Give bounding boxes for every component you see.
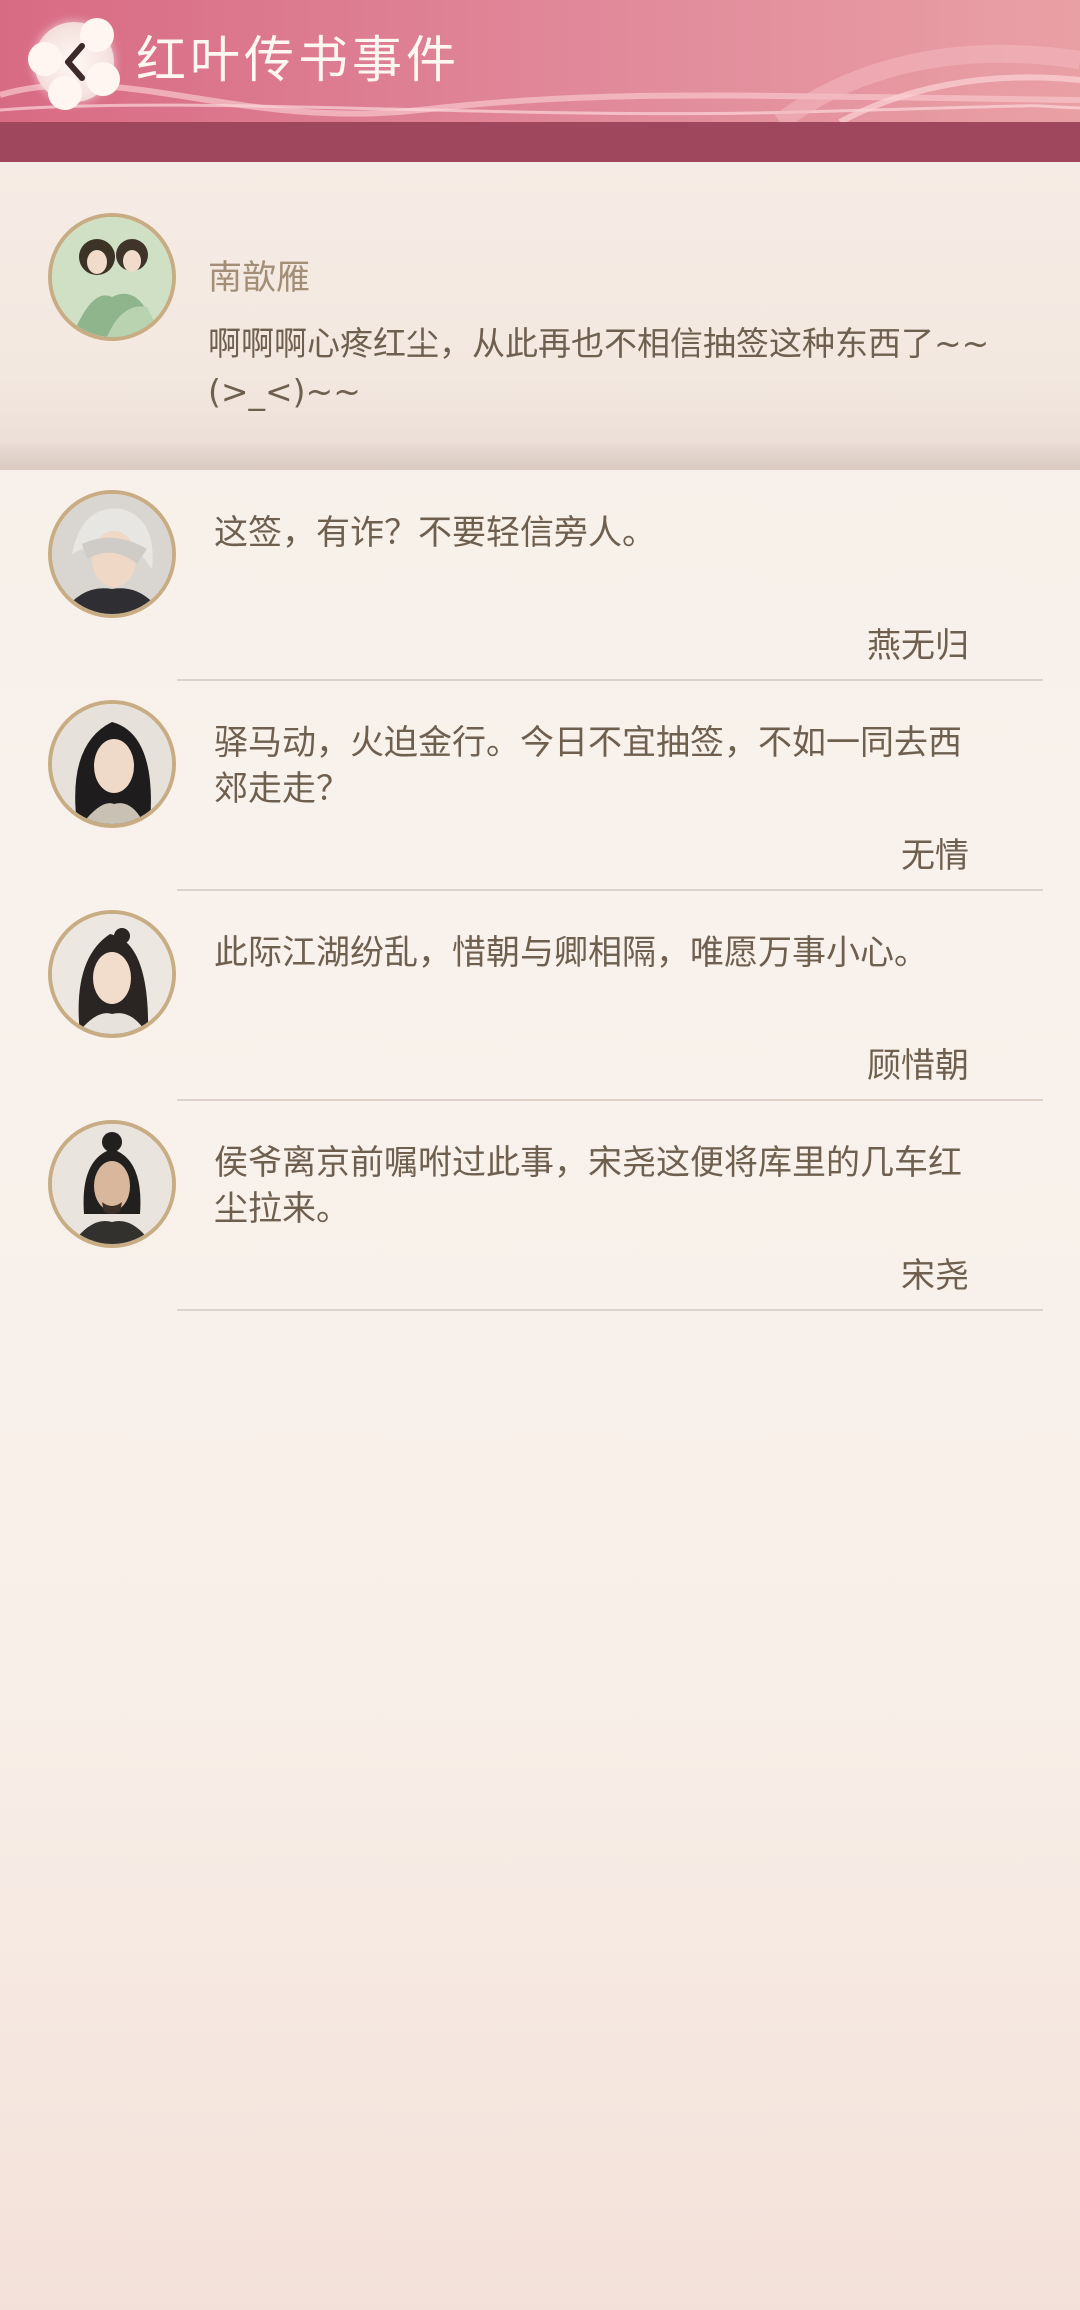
divider: [177, 679, 1043, 681]
avatar[interactable]: [48, 910, 176, 1038]
comment-text: 这签，有诈？不要轻信旁人。: [214, 513, 656, 553]
post-text: 啊啊啊心疼红尘，从此再也不相信抽签这种东西了~~(>_<)~~: [208, 324, 990, 411]
comment-text: 侯爷离京前嘱咐过此事，宋尧这便将库里的几车红尘拉来。: [214, 1143, 962, 1229]
page-title: 红叶传书事件: [136, 31, 460, 89]
chevron-left-icon: [65, 43, 85, 81]
avatar[interactable]: [48, 700, 176, 828]
comment-text: 此际江湖纷乱，惜朝与卿相隔，唯愿万事小心。: [214, 933, 928, 973]
comment-author: 燕无归: [867, 626, 969, 666]
divider: [177, 1099, 1043, 1101]
divider: [177, 889, 1043, 891]
back-button[interactable]: [28, 18, 120, 110]
comment-text: 驿马动，火迫金行。今日不宜抽签，不如一同去西郊走走？: [214, 723, 962, 809]
comment-author: 宋尧: [901, 1256, 969, 1296]
avatar[interactable]: [48, 1120, 176, 1248]
header-band: [0, 122, 1080, 162]
post-shadow: [0, 440, 1080, 470]
avatar[interactable]: [48, 490, 176, 618]
comment-author: 无情: [901, 836, 969, 876]
avatar[interactable]: [48, 213, 176, 341]
divider: [177, 1309, 1043, 1311]
comment-author: 顾惜朝: [867, 1046, 969, 1086]
post-author: 南歆雁: [208, 258, 310, 298]
title-bar: 红叶传书事件: [0, 0, 1080, 162]
